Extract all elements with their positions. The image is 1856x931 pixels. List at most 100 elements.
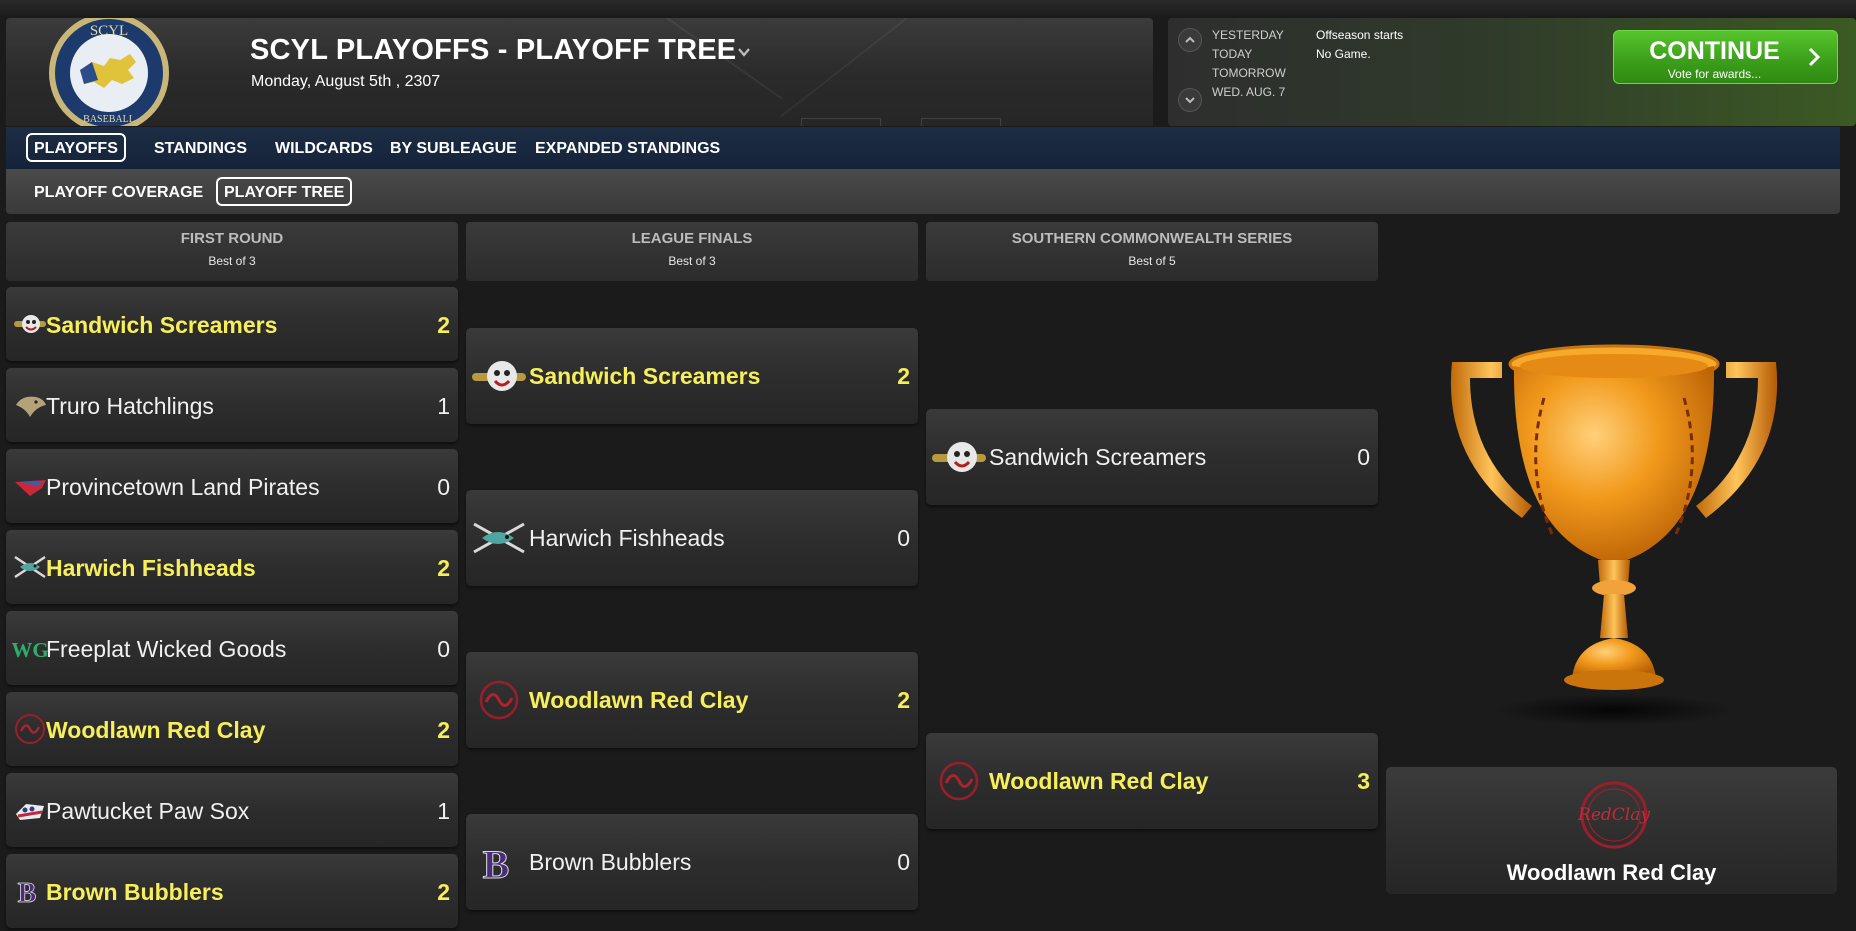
team-score: 2 xyxy=(437,555,450,581)
schedule-up-button[interactable] xyxy=(1178,28,1202,52)
red-clay-logo-icon: RedClay xyxy=(1577,781,1650,849)
tab-playoffs[interactable]: PLAYOFFS xyxy=(26,133,126,162)
team-score: 2 xyxy=(897,363,910,389)
schedule-value-yesterday: Offseason starts xyxy=(1316,28,1404,42)
team-name: Woodlawn Red Clay xyxy=(46,717,266,743)
team-name: Freeplat Wicked Goods xyxy=(46,636,287,662)
tab-standings[interactable]: STANDINGS xyxy=(146,133,255,162)
team-name: Brown Bubblers xyxy=(46,879,224,905)
round-title: FIRST ROUND xyxy=(180,230,284,247)
chevron-down-icon[interactable] xyxy=(736,44,752,60)
field-line xyxy=(780,18,908,118)
round-header-league-finals: LEAGUE FINALS Best of 3 xyxy=(466,222,918,281)
tab-playoff-tree[interactable]: PLAYOFF TREE xyxy=(216,177,353,206)
schedule-label-yesterday: YESTERDAY xyxy=(1212,28,1284,42)
team-card[interactable]: Harwich Fishheads 0 xyxy=(466,490,918,586)
team-score: 0 xyxy=(897,525,910,551)
team-score: 1 xyxy=(437,393,450,419)
schedule-day-labels: YESTERDAY TODAY TOMORROW WED. AUG. 7 xyxy=(1212,26,1286,102)
hatchlings-logo-icon xyxy=(16,396,46,417)
round-subtitle: Best of 3 xyxy=(208,254,256,268)
team-score: 2 xyxy=(897,687,910,713)
field-base xyxy=(921,118,1001,126)
champion-logo-text: RedClay xyxy=(1577,805,1650,825)
team-card[interactable]: WG Freeplat Wicked Goods 0 xyxy=(6,611,458,685)
wicked-goods-logo-icon: WG xyxy=(12,638,48,662)
team-name: Sandwich Screamers xyxy=(46,312,278,338)
team-card[interactable]: Pawtucket Paw Sox 1 xyxy=(6,773,458,847)
chevron-right-icon xyxy=(1808,47,1821,67)
team-score: 3 xyxy=(1357,768,1370,794)
continue-label: CONTINUE xyxy=(1649,37,1780,65)
team-card[interactable]: Sandwich Screamers 2 xyxy=(6,287,458,361)
team-score: 0 xyxy=(897,849,910,875)
schedule-label-tomorrow: TOMORROW xyxy=(1212,66,1286,80)
bubblers-letter: B xyxy=(18,878,37,909)
schedule-down-button[interactable] xyxy=(1178,88,1202,112)
team-name: Harwich Fishheads xyxy=(529,525,725,551)
red-clay-logo-icon xyxy=(479,680,519,720)
red-clay-logo-icon xyxy=(939,761,979,801)
fishheads-logo-icon xyxy=(473,522,525,554)
trophy-icon xyxy=(1450,344,1778,726)
screamers-logo-icon xyxy=(14,315,46,333)
continue-sublabel: Vote for awards... xyxy=(1667,67,1762,81)
fishheads-logo-icon xyxy=(14,555,46,579)
tab-playoff-coverage[interactable]: PLAYOFF COVERAGE xyxy=(26,177,211,206)
team-card[interactable]: Harwich Fishheads 2 xyxy=(6,530,458,604)
screamers-logo-icon xyxy=(932,442,986,472)
paw-sox-logo-icon xyxy=(16,804,44,820)
team-card[interactable]: Provincetown Land Pirates 0 xyxy=(6,449,458,523)
red-clay-logo-icon xyxy=(15,714,45,744)
champion-name: Woodlawn Red Clay xyxy=(1506,860,1717,885)
schedule-panel: YESTERDAY TODAY TOMORROW WED. AUG. 7 Off… xyxy=(1168,18,1856,126)
round-title: SOUTHERN COMMONWEALTH SERIES xyxy=(1011,230,1293,247)
team-name: Sandwich Screamers xyxy=(989,444,1207,470)
team-name: Sandwich Screamers xyxy=(529,363,761,389)
page-header: SCYL BASEBALL SCYL PLAYOFFS - PLAYOFF TR… xyxy=(6,18,1153,126)
secondary-nav: PLAYOFF COVERAGE PLAYOFF TREE xyxy=(6,169,1840,214)
page-title: SCYL PLAYOFFS - PLAYOFF TREE xyxy=(250,34,737,66)
schedule-label-today: TODAY xyxy=(1212,47,1253,61)
schedule-day-values: Offseason starts No Game. xyxy=(1316,26,1403,64)
champion-card[interactable]: RedClay Woodlawn Red Clay xyxy=(1386,767,1837,894)
tab-expanded-standings[interactable]: EXPANDED STANDINGS xyxy=(527,133,728,162)
land-pirates-logo-icon xyxy=(15,480,46,496)
field-base xyxy=(801,118,881,126)
continue-button[interactable]: CONTINUE Vote for awards... xyxy=(1613,30,1838,84)
screamers-logo-icon xyxy=(472,361,526,391)
tab-wildcards[interactable]: WILDCARDS xyxy=(267,133,381,162)
team-card[interactable]: B Brown Bubblers 2 xyxy=(6,854,458,928)
bubblers-logo-icon: B xyxy=(17,878,37,909)
page-date: Monday, August 5th , 2307 xyxy=(251,73,441,90)
team-card[interactable]: Woodlawn Red Clay 3 xyxy=(926,733,1378,829)
tab-by-subleague[interactable]: BY SUBLEAGUE xyxy=(382,133,525,162)
logo-top-text: SCYL xyxy=(90,23,128,39)
round-header-first-round: FIRST ROUND Best of 3 xyxy=(6,222,458,281)
team-card[interactable]: Sandwich Screamers 2 xyxy=(466,328,918,424)
bubblers-logo-icon: B xyxy=(482,842,510,882)
team-card[interactable]: B Brown Bubblers 0 xyxy=(466,814,918,910)
chevron-up-icon xyxy=(1185,36,1195,43)
round-subtitle: Best of 3 xyxy=(668,254,716,268)
team-name: Harwich Fishheads xyxy=(46,555,256,581)
team-name: Woodlawn Red Clay xyxy=(529,687,749,713)
primary-nav: PLAYOFFS STANDINGS WILDCARDS BY SUBLEAGU… xyxy=(6,127,1840,169)
chevron-down-icon xyxy=(1185,97,1195,104)
team-name: Brown Bubblers xyxy=(529,849,692,875)
round-title: LEAGUE FINALS xyxy=(631,230,753,247)
team-card[interactable]: Truro Hatchlings 1 xyxy=(6,368,458,442)
team-score: 2 xyxy=(437,312,450,338)
team-score: 1 xyxy=(437,798,450,824)
team-card[interactable]: Woodlawn Red Clay 2 xyxy=(466,652,918,748)
league-logo[interactable]: SCYL BASEBALL xyxy=(46,18,172,126)
team-score: 2 xyxy=(437,717,450,743)
schedule-value-today: No Game. xyxy=(1316,47,1371,61)
team-score: 2 xyxy=(437,879,450,905)
team-card[interactable]: Sandwich Screamers 0 xyxy=(926,409,1378,505)
logo-bottom-text: BASEBALL xyxy=(83,114,135,125)
team-card[interactable]: Woodlawn Red Clay 2 xyxy=(6,692,458,766)
schedule-label-date: WED. AUG. 7 xyxy=(1212,85,1286,99)
top-strip xyxy=(0,0,1856,16)
team-name: Truro Hatchlings xyxy=(46,393,214,419)
